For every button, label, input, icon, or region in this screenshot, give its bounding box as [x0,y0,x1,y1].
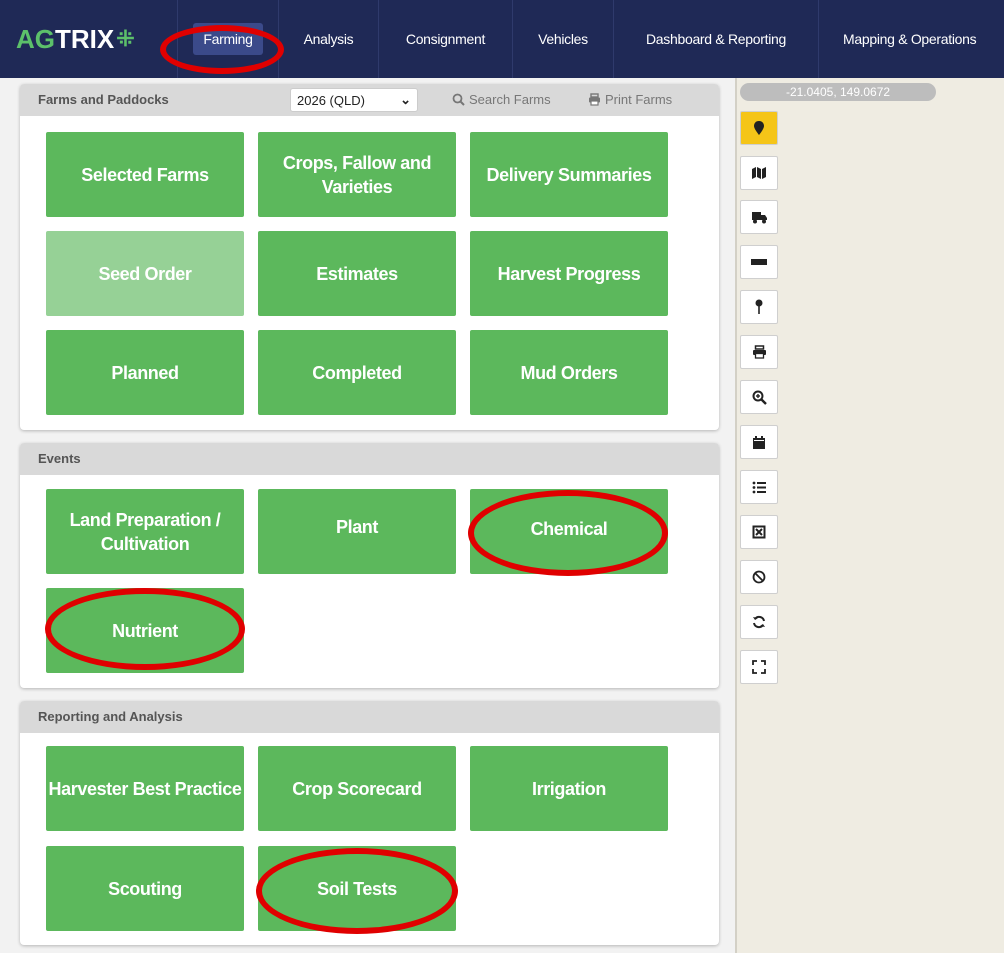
search-icon [452,93,465,106]
tile-chemical[interactable]: Chemical [470,489,668,574]
refresh-icon [753,615,765,629]
select-area-tool-button[interactable] [740,515,778,549]
calendar-icon [753,435,765,449]
truck-icon [751,211,767,223]
tab-dashboard-reporting[interactable]: Dashboard & Reporting [613,0,818,78]
farms-paddocks-panel: Farms and Paddocks 2026 (QLD) ⌄ Search F… [20,84,719,430]
events-panel-header: Events [20,443,719,475]
calendar-tool-button[interactable] [740,425,778,459]
tile-selected-farms[interactable]: Selected Farms [46,132,244,217]
measure-tool-button[interactable] [740,245,778,279]
tab-analysis[interactable]: Analysis [278,0,378,78]
map-marker-icon [754,121,764,135]
tile-planned[interactable]: Planned [46,330,244,415]
reporting-panel-header: Reporting and Analysis [20,701,719,733]
season-select[interactable]: 2026 (QLD) ⌄ [290,88,418,112]
fullscreen-tool-button[interactable] [740,650,778,684]
tab-consignment[interactable]: Consignment [378,0,512,78]
reporting-analysis-panel: Reporting and Analysis Harvester Best Pr… [20,701,719,945]
zoom-in-icon [752,390,767,405]
print-icon [752,345,766,359]
tile-crop-scorecard[interactable]: Crop Scorecard [258,746,456,831]
tile-irrigation[interactable]: Irrigation [470,746,668,831]
tile-crops-fallow-varieties[interactable]: Crops, Fallow and Varieties [258,132,456,217]
fullscreen-icon [752,660,766,674]
print-farms-label: Print Farms [605,92,673,107]
reporting-panel-title: Reporting and Analysis [38,709,183,724]
tab-farming[interactable]: Farming [177,0,278,78]
tab-consignment-label: Consignment [405,31,486,47]
logo-ag-text: AG [16,23,55,54]
tile-scouting[interactable]: Scouting [46,846,244,931]
vehicle-tool-button[interactable] [740,200,778,234]
pin-tool-button[interactable] [740,290,778,324]
coordinates-readout: -21.0405, 149.0672 [740,83,936,101]
tile-harvest-progress[interactable]: Harvest Progress [470,231,668,316]
map-marker-tool-button[interactable] [740,111,778,145]
pin-icon [755,299,763,314]
farms-panel-header: Farms and Paddocks 2026 (QLD) ⌄ Search F… [20,84,719,116]
agtrix-logo[interactable]: AG TRIX ⁜ [16,24,135,54]
tile-plant[interactable]: Plant [258,489,456,574]
refresh-tool-button[interactable] [740,605,778,639]
tile-land-preparation-cultivation[interactable]: Land Preparation / Cultivation [46,489,244,574]
tile-delivery-summaries[interactable]: Delivery Summaries [470,132,668,217]
print-map-button[interactable] [740,335,778,369]
tile-harvester-best-practice[interactable]: Harvester Best Practice [46,746,244,831]
tab-mapping-operations[interactable]: Mapping & Operations [818,0,1004,78]
zoom-tool-button[interactable] [740,380,778,414]
search-farms-link[interactable]: Search Farms [452,92,551,107]
printer-icon [589,93,600,106]
chevron-down-icon: ⌄ [400,92,411,107]
tile-estimates[interactable]: Estimates [258,231,456,316]
logo-trix-text: TRIX [55,23,115,54]
cancel-icon [752,570,766,584]
tab-vehicles-label: Vehicles [538,31,588,47]
print-farms-link[interactable]: Print Farms [588,92,672,107]
top-nav-bar: AG TRIX ⁜ Farming Analysis Consignment Veh… [0,0,1004,78]
list-icon [752,481,766,493]
tab-vehicles[interactable]: Vehicles [512,0,613,78]
tile-soil-tests[interactable]: Soil Tests [258,846,456,931]
season-select-value: 2026 (QLD) [297,92,365,108]
events-panel: Events Land Preparation / Cultivation Pl… [20,443,719,688]
search-farms-label: Search Farms [469,92,551,107]
tab-dashboard-label: Dashboard & Reporting [645,31,786,47]
farms-panel-title: Farms and Paddocks [38,92,169,107]
cancel-tool-button[interactable] [740,560,778,594]
list-tool-button[interactable] [740,470,778,504]
tab-farming-label: Farming [193,23,263,55]
tile-mud-orders[interactable]: Mud Orders [470,330,668,415]
ruler-icon [751,259,767,265]
tab-analysis-label: Analysis [303,31,354,47]
tab-mapping-label: Mapping & Operations [843,31,977,47]
tile-seed-order[interactable]: Seed Order [46,231,244,316]
map-icon [752,167,766,179]
tile-completed[interactable]: Completed [258,330,456,415]
tile-nutrient[interactable]: Nutrient [46,588,244,673]
logo-mark-icon: ⁜ [116,26,135,51]
map-tool-button[interactable] [740,156,778,190]
select-area-icon [752,525,766,539]
events-panel-title: Events [38,451,81,466]
